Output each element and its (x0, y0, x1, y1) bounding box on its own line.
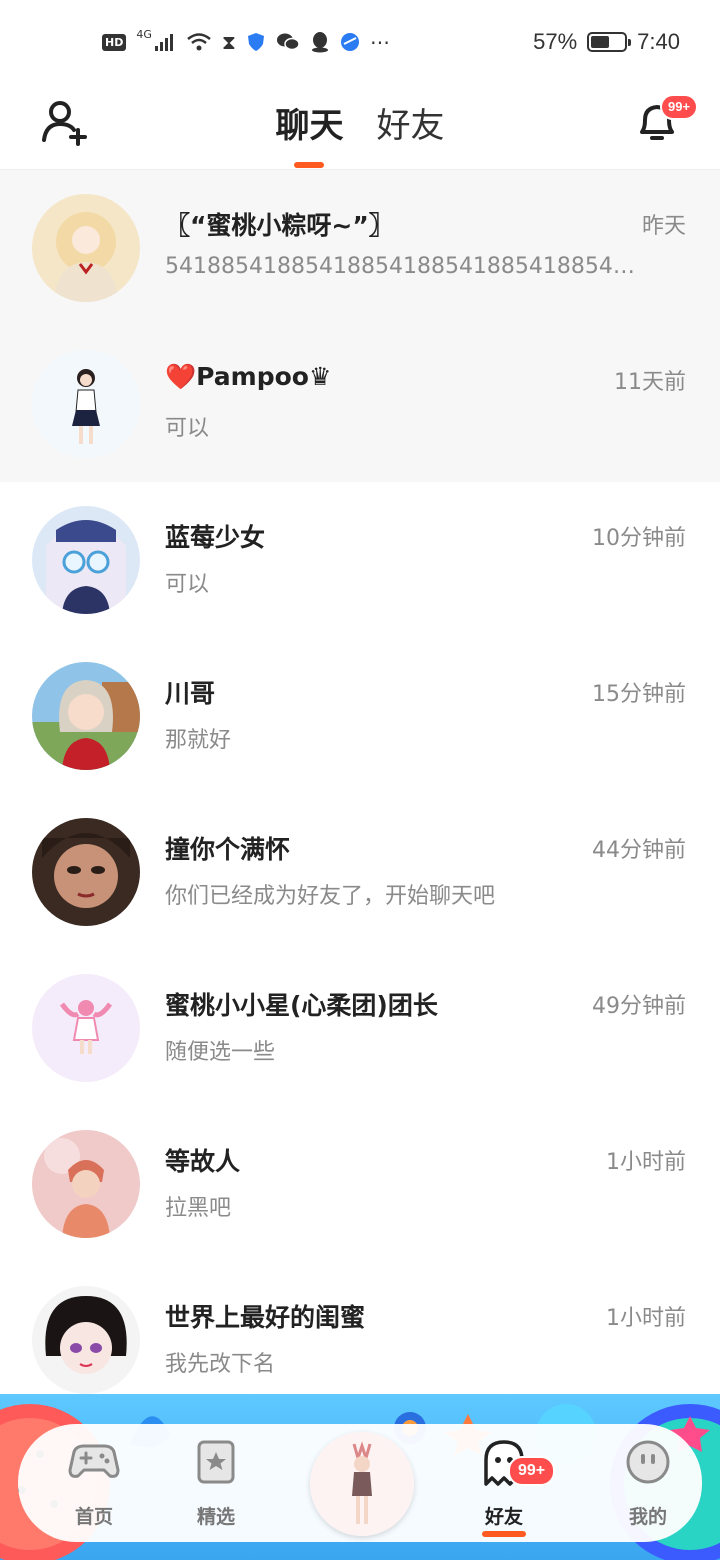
chat-row[interactable]: 川哥 那就好 15分钟前 (0, 638, 720, 794)
chat-name: 〖“蜜桃小粽呀~”〗 (165, 211, 394, 240)
network-type: 4G (136, 27, 152, 41)
status-bar: HD 4G ⧗ ⋯ 57% 7:40 (0, 0, 720, 84)
qq-icon (311, 32, 328, 53)
status-icons-left: HD 4G ⧗ ⋯ (102, 26, 390, 58)
nav-friends-label: 好友 (484, 1506, 523, 1528)
star-card-icon (197, 1440, 235, 1484)
chat-last-message: 随便选一些 (165, 1040, 276, 1065)
center-avatar-button[interactable] (310, 1432, 414, 1536)
chat-last-message: 可以 (165, 572, 210, 597)
battery-level (591, 36, 610, 48)
heart-emoji: ❤️ (165, 362, 197, 391)
chat-time: 昨天 (641, 214, 686, 239)
gamepad-icon (68, 1444, 120, 1478)
chat-name: ❤️Pampoo♛ (165, 362, 331, 392)
browser-icon (340, 33, 359, 51)
status-icons-right: 57% 7:40 (533, 26, 680, 58)
avatar (32, 350, 140, 458)
nav-me-label: 我的 (628, 1506, 667, 1528)
avatar (32, 662, 140, 770)
chat-list: 〖“蜜桃小粽呀~”〗 54188541885418854188541885418… (0, 170, 720, 1418)
friends-badge: 99+ (508, 1456, 556, 1486)
avatar (32, 1130, 140, 1238)
chat-name: 世界上最好的闺蜜 (165, 1303, 366, 1332)
chat-time: 1小时前 (606, 1306, 686, 1331)
chat-last-message: 那就好 (165, 728, 232, 753)
avatar (32, 1286, 140, 1394)
shield-icon (247, 33, 264, 51)
nav-me[interactable]: 我的 (600, 1434, 696, 1529)
character-avatar (310, 1432, 414, 1536)
tab-friends-label: 好友 (376, 106, 445, 146)
face-icon (626, 1440, 670, 1484)
tab-chat[interactable]: 聊天 (275, 98, 344, 168)
clock: 7:40 (637, 29, 680, 54)
top-header: 聊天 好友 99+ (0, 84, 720, 170)
chat-last-message: 可以 (165, 416, 210, 441)
chat-row[interactable]: 〖“蜜桃小粽呀~”〗 54188541885418854188541885418… (0, 170, 720, 326)
chat-row[interactable]: 蓝莓少女 可以 10分钟前 (0, 482, 720, 638)
chat-time: 15分钟前 (592, 682, 686, 707)
chat-last-message: 5418854188541885418854188541885418854188… (165, 254, 645, 279)
chat-row[interactable]: 等故人 拉黑吧 1小时前 (0, 1106, 720, 1262)
chat-row[interactable]: ❤️Pampoo♛ 可以 11天前 (0, 326, 720, 482)
nav-featured[interactable]: 精选 (168, 1434, 264, 1529)
chat-name-text: Pampoo♛ (196, 362, 332, 391)
avatar (32, 974, 140, 1082)
chat-time: 1小时前 (606, 1150, 686, 1175)
wechat-icon (276, 33, 300, 51)
wifi-icon (187, 33, 211, 51)
avatar (32, 818, 140, 926)
chat-time: 44分钟前 (592, 838, 686, 863)
signal-icon (154, 34, 173, 51)
chat-name: 蓝莓少女 (165, 523, 266, 552)
avatar (32, 194, 140, 302)
nav-home-label: 首页 (74, 1506, 113, 1528)
chat-name: 蜜桃小小星(心柔团)团长 (165, 991, 438, 1020)
hourglass-icon: ⧗ (221, 30, 236, 54)
tab-friends[interactable]: 好友 (377, 98, 445, 147)
chat-time: 49分钟前 (592, 994, 686, 1019)
chat-name: 撞你个满怀 (165, 835, 291, 864)
chat-time: 10分钟前 (592, 526, 686, 551)
chat-last-message: 你们已经成为好友了，开始聊天吧 (165, 884, 496, 909)
hd-indicator: HD (102, 33, 127, 51)
chat-time: 11天前 (614, 370, 686, 395)
active-tab-indicator (294, 162, 325, 168)
battery-icon (587, 32, 632, 52)
avatar (32, 506, 140, 614)
chat-row[interactable]: 撞你个满怀 你们已经成为好友了，开始聊天吧 44分钟前 (0, 794, 720, 950)
nav-featured-label: 精选 (196, 1506, 235, 1528)
chat-name: 等故人 (165, 1147, 241, 1176)
nav-active-indicator (482, 1531, 526, 1537)
chat-last-message: 我先改下名 (165, 1352, 276, 1377)
more-icon: ⋯ (369, 30, 390, 54)
nav-home[interactable]: 首页 (46, 1434, 142, 1529)
tab-chat-label: 聊天 (275, 106, 344, 146)
chat-row[interactable]: 蜜桃小小星(心柔团)团长 随便选一些 49分钟前 (0, 950, 720, 1106)
battery-percent: 57% (533, 29, 578, 54)
notification-badge: 99+ (660, 94, 699, 120)
tab-bar: 聊天 好友 (0, 98, 720, 168)
chat-last-message: 拉黑吧 (165, 1196, 232, 1221)
chat-name: 川哥 (165, 679, 216, 708)
